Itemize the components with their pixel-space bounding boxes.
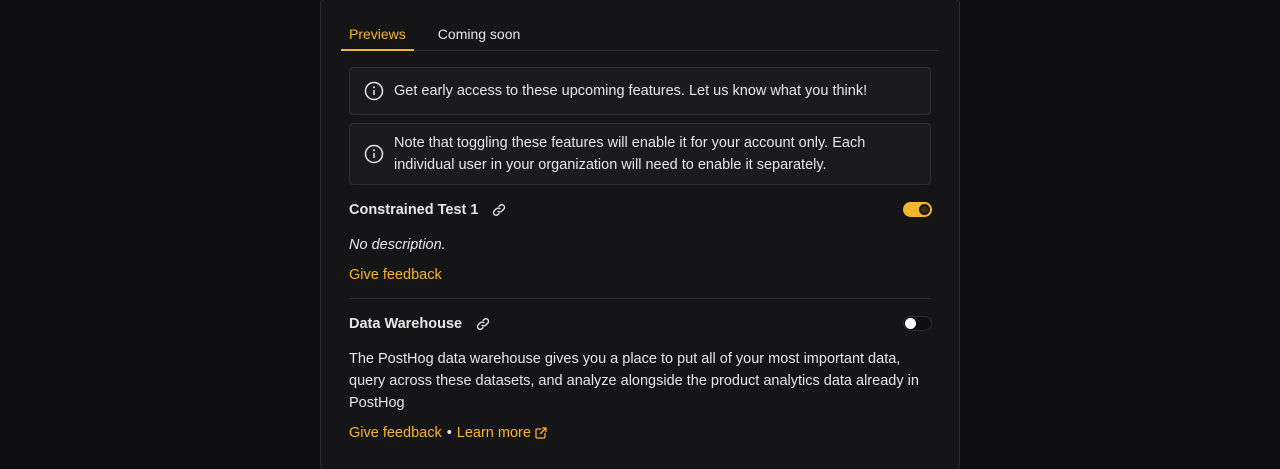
feature-title-text: Data Warehouse: [349, 316, 463, 332]
tab-coming-soon[interactable]: Coming soon: [430, 18, 529, 51]
toggle-knob: [905, 318, 916, 329]
learn-more-link[interactable]: Learn more: [457, 423, 531, 443]
feature-toggle[interactable]: [903, 316, 932, 331]
feature-title: Data Warehouse: [349, 314, 490, 334]
give-feedback-link[interactable]: Give feedback: [349, 423, 442, 443]
info-icon: [364, 81, 384, 101]
feature-links: Give feedback: [349, 265, 442, 285]
link-icon[interactable]: [492, 203, 506, 217]
link-separator: •: [446, 425, 452, 441]
give-feedback-link[interactable]: Give feedback: [349, 265, 442, 285]
info-banner-text: Get early access to these upcoming featu…: [394, 83, 868, 99]
feature-divider: [349, 298, 931, 299]
feature-links: Give feedback • Learn more: [349, 423, 547, 443]
feature-previews-panel: Previews Coming soon Get early access to…: [320, 0, 960, 469]
info-banner-account-only: Note that toggling these features will e…: [349, 123, 931, 185]
tab-previews[interactable]: Previews: [341, 18, 414, 51]
info-icon: [364, 144, 384, 164]
info-banner-early-access: Get early access to these upcoming featu…: [349, 67, 931, 115]
feature-description: No description.: [349, 237, 446, 253]
feature-toggle[interactable]: [903, 202, 932, 217]
feature-title: Constrained Test 1: [349, 200, 506, 220]
link-icon[interactable]: [476, 317, 490, 331]
tab-bar: Previews Coming soon: [341, 18, 939, 51]
toggle-knob: [919, 204, 930, 215]
feature-description: The PostHog data warehouse gives you a p…: [349, 351, 919, 411]
external-link-icon[interactable]: [535, 427, 547, 439]
feature-title-text: Constrained Test 1: [349, 202, 479, 218]
info-banner-text: Note that toggling these features will e…: [394, 135, 866, 173]
